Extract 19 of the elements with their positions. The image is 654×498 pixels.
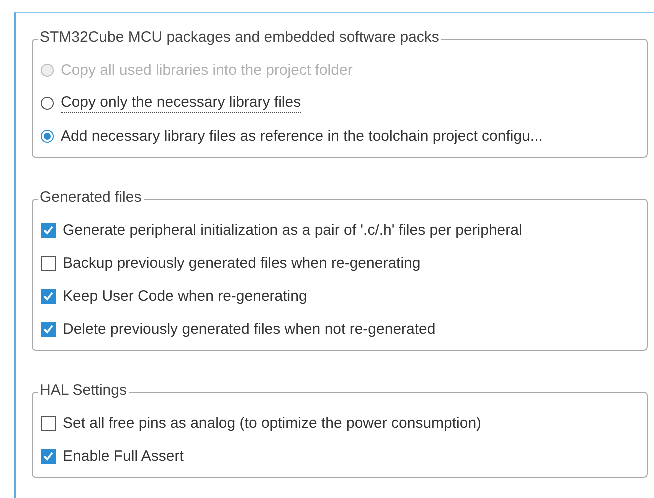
checkbox[interactable] — [41, 449, 56, 464]
option-label: Keep User Code when re-generating — [63, 288, 308, 306]
radio-button[interactable] — [41, 130, 54, 143]
option-label: Add necessary library files as reference in the toolchain project configu... — [61, 128, 543, 146]
group-title: STM32Cube MCU packages and embedded software packs — [38, 29, 442, 47]
checkbox[interactable] — [41, 416, 56, 431]
option-label: Enable Full Assert — [63, 448, 184, 466]
option-label: Delete previously generated files when not re-generated — [63, 320, 436, 338]
checkbox[interactable] — [41, 256, 56, 271]
option-label: Generate peripheral initialization as a pair of '.c/.h' files per peripheral — [63, 222, 522, 240]
checkbox[interactable] — [41, 223, 56, 238]
option-label: Copy only the necessary library files — [61, 94, 302, 113]
option-label: Set all free pins as analog (to optimize the power consumption) — [63, 414, 482, 432]
option-label: Copy all used libraries into the project folder — [61, 62, 353, 80]
group-title: HAL Settings — [38, 382, 129, 400]
option-label: Backup previously generated files when re-generating — [63, 254, 421, 272]
checkbox[interactable] — [41, 322, 56, 337]
checkbox[interactable] — [41, 289, 56, 304]
radio-button[interactable] — [41, 97, 54, 110]
